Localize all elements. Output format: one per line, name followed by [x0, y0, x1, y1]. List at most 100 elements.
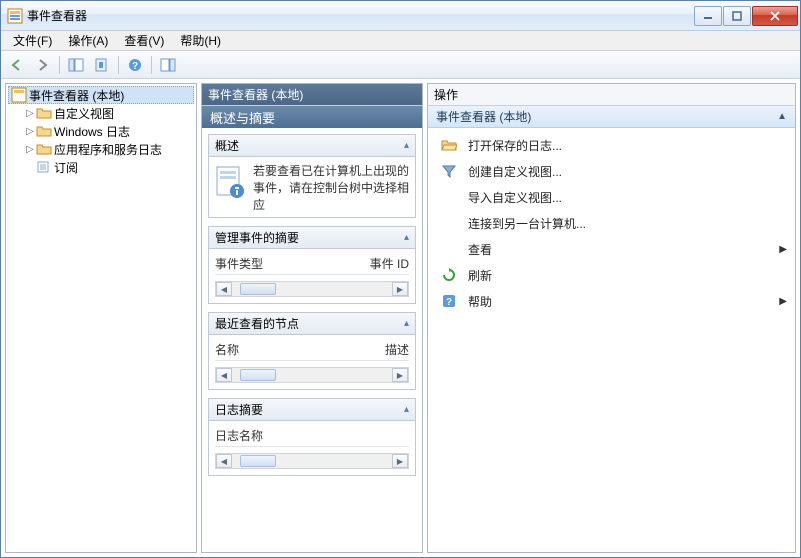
action-connect-computer[interactable]: 连接到另一台计算机... [428, 210, 795, 236]
action-import-custom-view[interactable]: 导入自定义视图... [428, 184, 795, 210]
action-label: 连接到另一台计算机... [468, 215, 586, 232]
hscrollbar[interactable]: ◀ ▶ [215, 453, 409, 469]
col-event-id[interactable]: 事件 ID [370, 255, 409, 272]
action-label: 帮助 [468, 293, 492, 310]
details-body: 概述 ▴ 若要查看已在计算机上出现的事件，请在控制台树中选择相应 [202, 128, 422, 552]
section-summary-label: 管理事件的摘要 [215, 229, 299, 246]
expand-icon[interactable]: ▷ [24, 144, 36, 155]
actions-header: 操作 [428, 84, 795, 106]
col-event-type[interactable]: 事件类型 [215, 255, 366, 272]
collapse-icon[interactable]: ▴ [404, 140, 409, 151]
action-refresh[interactable]: 刷新 [428, 262, 795, 288]
tree-item-label: Windows 日志 [54, 123, 130, 140]
tree-item-label: 应用程序和服务日志 [54, 141, 162, 158]
action-create-custom-view[interactable]: 创建自定义视图... [428, 158, 795, 184]
action-help[interactable]: ? 帮助 ▶ [428, 288, 795, 314]
close-button[interactable] [752, 6, 798, 26]
details-pane: 事件查看器 (本地) 概述与摘要 概述 ▴ [201, 83, 423, 553]
scroll-left-icon[interactable]: ◀ [216, 368, 232, 382]
subscription-icon [36, 159, 52, 175]
section-recent-label: 最近查看的节点 [215, 315, 299, 332]
overview-icon [215, 163, 247, 203]
show-hide-tree-button[interactable] [64, 54, 88, 76]
collapse-icon[interactable]: ▴ [404, 232, 409, 243]
window-title: 事件查看器 [27, 7, 693, 24]
scroll-thumb[interactable] [240, 455, 276, 467]
main-body: 事件查看器 (本地) ▷ 自定义视图 ▷ Windows 日志 ▷ 应用程序和服… [1, 79, 800, 557]
section-recent: 最近查看的节点 ▴ 名称 描述 ◀ [208, 312, 416, 390]
actions-subheader[interactable]: 事件查看器 (本地) ▲ [428, 106, 795, 128]
overview-text: 若要查看已在计算机上出现的事件，请在控制台树中选择相应 [253, 163, 409, 211]
hscrollbar[interactable]: ◀ ▶ [215, 281, 409, 297]
menu-view[interactable]: 查看(V) [116, 30, 172, 51]
back-button[interactable] [5, 54, 29, 76]
scroll-right-icon[interactable]: ▶ [392, 368, 408, 382]
tree-item-custom-views[interactable]: ▷ 自定义视图 [8, 104, 194, 122]
folder-open-icon [440, 137, 458, 153]
maximize-button[interactable] [723, 6, 751, 26]
details-header-label: 事件查看器 (本地) [208, 86, 303, 103]
tree-item-windows-logs[interactable]: ▷ Windows 日志 [8, 122, 194, 140]
section-summary-header[interactable]: 管理事件的摘要 ▴ [209, 227, 415, 249]
scroll-thumb[interactable] [240, 369, 276, 381]
app-icon [7, 8, 23, 24]
svg-text:?: ? [132, 61, 138, 72]
section-overview: 概述 ▴ 若要查看已在计算机上出现的事件，请在控制台树中选择相应 [208, 134, 416, 218]
show-hide-action-button[interactable] [156, 54, 180, 76]
overview-title: 概述与摘要 [202, 106, 422, 128]
action-open-saved-log[interactable]: 打开保存的日志... [428, 132, 795, 158]
app-window: 事件查看器 文件(F) 操作(A) 查看(V) 帮助(H) ? [0, 0, 801, 558]
svg-text:?: ? [446, 297, 452, 308]
tree-item-app-service-logs[interactable]: ▷ 应用程序和服务日志 [8, 140, 194, 158]
collapse-icon[interactable]: ▴ [404, 318, 409, 329]
toolbar-separator [59, 56, 60, 74]
menu-file[interactable]: 文件(F) [5, 30, 60, 51]
expand-icon[interactable]: ▷ [24, 126, 36, 137]
actions-sub-label: 事件查看器 (本地) [436, 108, 531, 125]
scroll-thumb[interactable] [240, 283, 276, 295]
submenu-arrow-icon: ▶ [779, 296, 787, 307]
minimize-button[interactable] [694, 6, 722, 26]
action-label: 查看 [468, 241, 492, 258]
scroll-left-icon[interactable]: ◀ [216, 454, 232, 468]
hscrollbar[interactable]: ◀ ▶ [215, 367, 409, 383]
submenu-arrow-icon: ▶ [779, 244, 787, 255]
collapse-icon[interactable]: ▴ [404, 404, 409, 415]
event-viewer-icon [11, 87, 27, 103]
log-columns: 日志名称 [215, 427, 409, 447]
col-desc[interactable]: 描述 [385, 341, 409, 358]
action-label: 创建自定义视图... [468, 163, 562, 180]
section-log: 日志摘要 ▴ 日志名称 ◀ [208, 398, 416, 476]
section-recent-header[interactable]: 最近查看的节点 ▴ [209, 313, 415, 335]
menu-help[interactable]: 帮助(H) [172, 30, 229, 51]
forward-button[interactable] [31, 54, 55, 76]
collapse-up-icon[interactable]: ▲ [777, 111, 787, 122]
expand-icon[interactable]: ▷ [24, 108, 36, 119]
section-overview-header[interactable]: 概述 ▴ [209, 135, 415, 157]
action-view[interactable]: 查看 ▶ [428, 236, 795, 262]
scroll-left-icon[interactable]: ◀ [216, 282, 232, 296]
refresh-icon [440, 267, 458, 283]
section-log-header[interactable]: 日志摘要 ▴ [209, 399, 415, 421]
folder-icon [36, 123, 52, 139]
col-name[interactable]: 名称 [215, 341, 381, 358]
folder-icon [36, 105, 52, 121]
tree-item-label: 订阅 [54, 159, 78, 176]
tree-item-subscriptions[interactable]: 订阅 [8, 158, 194, 176]
section-log-label: 日志摘要 [215, 401, 263, 418]
tree-root-label: 事件查看器 (本地) [29, 87, 124, 104]
titlebar: 事件查看器 [1, 1, 800, 31]
tree-root[interactable]: 事件查看器 (本地) [8, 86, 194, 104]
menu-action[interactable]: 操作(A) [60, 30, 116, 51]
help-button[interactable]: ? [123, 54, 147, 76]
tree-item-label: 自定义视图 [54, 105, 114, 122]
filter-icon [440, 163, 458, 179]
section-summary: 管理事件的摘要 ▴ 事件类型 事件 ID ◀ [208, 226, 416, 304]
scroll-right-icon[interactable]: ▶ [392, 282, 408, 296]
scroll-right-icon[interactable]: ▶ [392, 454, 408, 468]
col-log-name[interactable]: 日志名称 [215, 427, 402, 444]
properties-button[interactable] [90, 54, 114, 76]
help-icon: ? [440, 293, 458, 309]
action-label: 打开保存的日志... [468, 137, 562, 154]
menubar: 文件(F) 操作(A) 查看(V) 帮助(H) [1, 31, 800, 51]
